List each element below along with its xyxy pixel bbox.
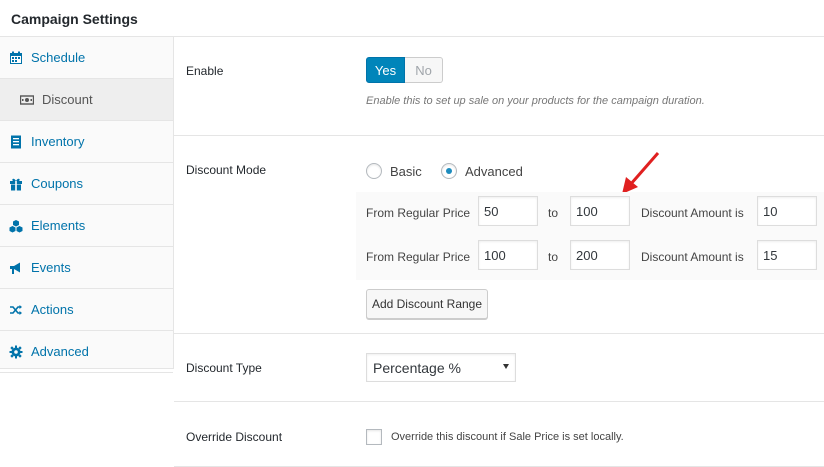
- sidebar-item-label: Elements: [31, 218, 86, 233]
- override-checkbox[interactable]: [366, 429, 382, 445]
- radio-basic[interactable]: Basic: [366, 163, 422, 179]
- radio-advanced-label: Advanced: [465, 163, 523, 179]
- to-label: to: [548, 206, 559, 220]
- shuffle-icon: [9, 303, 23, 317]
- from-price-label: From Regular Price: [366, 206, 471, 220]
- gear-icon: [9, 345, 23, 359]
- sidebar-item-label: Events: [31, 260, 71, 275]
- caret-down-icon: [503, 364, 509, 369]
- sidebar-item-label: Advanced: [31, 344, 89, 359]
- from-price-label: From Regular Price: [366, 250, 471, 264]
- discount-amount-input[interactable]: 10: [757, 196, 817, 226]
- cubes-icon: [9, 219, 23, 233]
- sidebar-item-label: Inventory: [31, 134, 85, 149]
- sidebar: Schedule Discount Inventory Coupons Elem…: [0, 37, 174, 373]
- from-price-input[interactable]: 50: [478, 196, 538, 226]
- discount-type-select[interactable]: Percentage %: [366, 353, 516, 382]
- to-price-input[interactable]: 100: [570, 196, 630, 226]
- file-list-icon: [9, 135, 23, 149]
- discount-amount-label: Discount Amount is: [641, 250, 744, 264]
- sidebar-item-events[interactable]: Events: [0, 247, 173, 289]
- override-checkbox-label: Override this discount if Sale Price is …: [391, 431, 624, 443]
- radio-selected-dot: [446, 168, 452, 174]
- sidebar-item-coupons[interactable]: Coupons: [0, 163, 173, 205]
- discount-type-value: Percentage %: [373, 360, 461, 376]
- discount-mode-label: Discount Mode: [186, 163, 267, 177]
- sidebar-item-elements[interactable]: Elements: [0, 205, 173, 247]
- radio-basic-circle[interactable]: [366, 163, 382, 179]
- from-price-input[interactable]: 100: [478, 240, 538, 270]
- bullhorn-icon: [9, 261, 23, 275]
- enable-row: Enable Yes No Enable this to set up sale…: [174, 37, 824, 136]
- radio-advanced[interactable]: Advanced: [441, 163, 523, 179]
- sidebar-item-discount[interactable]: Discount: [0, 79, 173, 121]
- gift-icon: [9, 177, 23, 191]
- override-label: Override Discount: [186, 430, 283, 444]
- discount-type-label: Discount Type: [186, 361, 262, 375]
- sidebar-item-label: Coupons: [31, 176, 84, 191]
- enable-label: Enable: [186, 64, 224, 78]
- settings-panel: Enable Yes No Enable this to set up sale…: [174, 37, 824, 467]
- discount-amount-input[interactable]: 15: [757, 240, 817, 270]
- radio-basic-label: Basic: [390, 163, 422, 179]
- sidebar-item-schedule[interactable]: Schedule: [0, 37, 173, 79]
- sidebar-item-actions[interactable]: Actions: [0, 289, 173, 331]
- add-discount-range-button[interactable]: Add Discount Range: [366, 289, 488, 319]
- enable-toggle[interactable]: Yes No: [366, 57, 443, 83]
- radio-advanced-circle[interactable]: [441, 163, 457, 179]
- toggle-yes-button[interactable]: Yes: [366, 57, 405, 83]
- calendar-icon: [9, 51, 23, 65]
- to-label: to: [548, 250, 559, 264]
- to-price-input[interactable]: 200: [570, 240, 630, 270]
- enable-hint: Enable this to set up sale on your produ…: [366, 95, 705, 107]
- sidebar-item-advanced[interactable]: Advanced: [0, 331, 173, 373]
- discount-range-row: From Regular Price 50 to 100 Discount Am…: [356, 192, 824, 236]
- panel-title: Campaign Settings: [0, 0, 824, 37]
- toggle-no-button[interactable]: No: [405, 57, 443, 83]
- sidebar-item-inventory[interactable]: Inventory: [0, 121, 173, 163]
- money-icon: [20, 93, 34, 107]
- discount-amount-label: Discount Amount is: [641, 206, 744, 220]
- sidebar-item-label: Actions: [31, 302, 74, 317]
- sidebar-item-label: Schedule: [31, 50, 86, 65]
- sidebar-item-label: Discount: [42, 92, 93, 107]
- discount-range-row: From Regular Price 100 to 200 Discount A…: [356, 236, 824, 280]
